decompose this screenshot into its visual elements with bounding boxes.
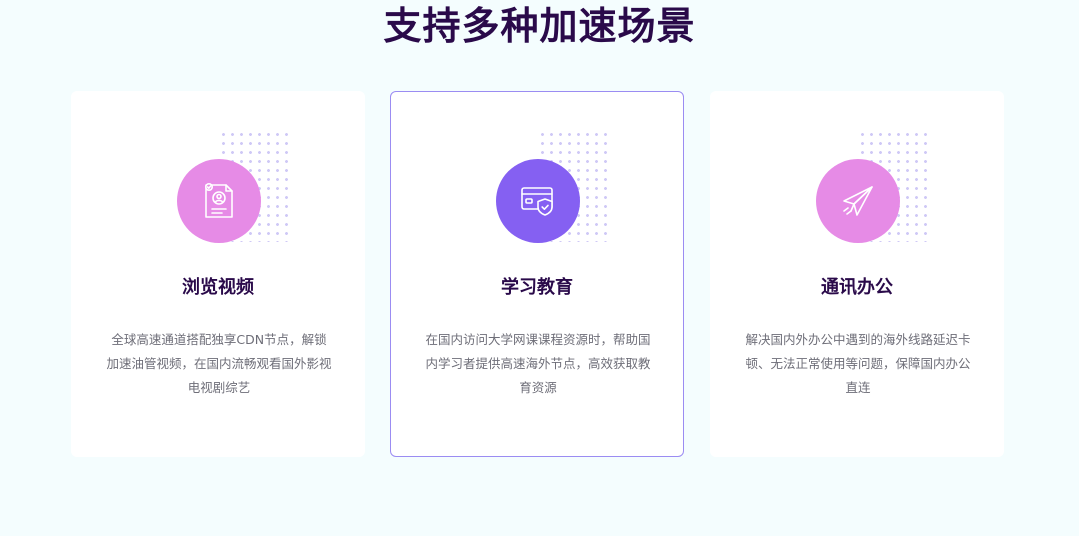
scenario-card-education[interactable]: 学习教育 在国内访问大学网课课程资源时，帮助国内学习者提供高速海外节点，高效获取…: [390, 91, 684, 457]
card-title: 浏览视频: [182, 277, 254, 298]
secure-card-icon: [496, 159, 580, 243]
video-report-icon: [177, 159, 261, 243]
card-description: 解决国内外办公中遇到的海外线路延迟卡顿、无法正常使用等问题，保障国内办公直连: [745, 332, 971, 395]
card-description: 在国内访问大学网课课程资源时，帮助国内学习者提供高速海外节点，高效获取教育资源: [425, 332, 651, 395]
card-description: 全球高速通道搭配独享CDN节点，解锁加速油管视频，在国内流畅观看国外影视电视剧综…: [106, 332, 332, 395]
paper-plane-icon: [816, 159, 900, 243]
card-title: 通讯办公: [821, 277, 893, 298]
card-title: 学习教育: [501, 277, 573, 298]
scenario-card-office[interactable]: 通讯办公 解决国内外办公中遇到的海外线路延迟卡顿、无法正常使用等问题，保障国内办…: [710, 91, 1004, 457]
section-title: 支持多种加速场景: [383, 4, 696, 48]
scenario-card-video[interactable]: 浏览视频 全球高速通道搭配独享CDN节点，解锁加速油管视频，在国内流畅观看国外影…: [71, 91, 365, 457]
